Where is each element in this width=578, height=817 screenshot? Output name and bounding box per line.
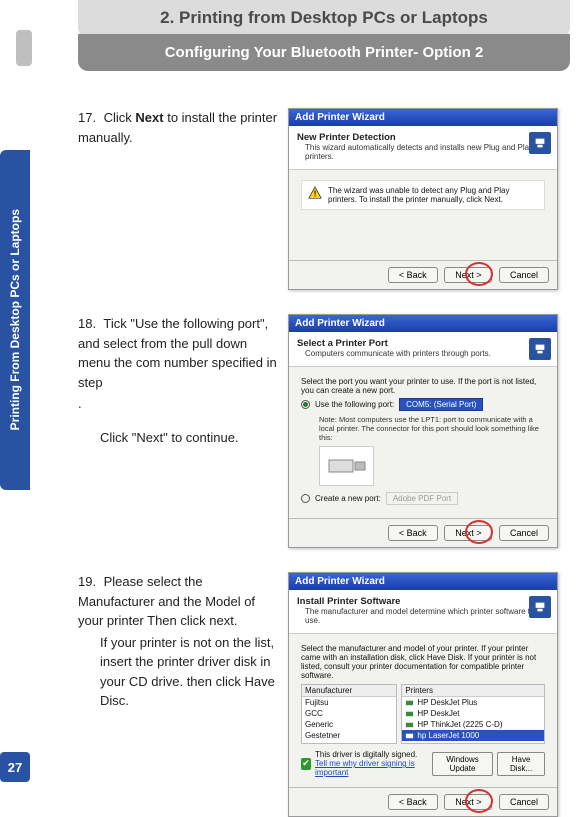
chapter-title: 2. Printing from Desktop PCs or Laptops (78, 0, 570, 36)
wizard-2-h2: Computers communicate with printers thro… (305, 349, 549, 358)
step-17-text: 17. Click Next to install the printer ma… (78, 108, 288, 290)
step-19-line2: If your printer is not on the list, inse… (100, 633, 278, 711)
step-17-num: 17. (78, 108, 100, 128)
next-button[interactable]: Next > (444, 794, 492, 810)
content: 17. Click Next to install the printer ma… (78, 108, 570, 794)
wizard-3-header: Install Printer Software The manufacture… (289, 590, 557, 634)
list-item[interactable]: HP ThinkJet (2225 C-D) (402, 719, 544, 730)
wizard-2-note: Note: Most computers use the LPT1: port … (319, 415, 545, 442)
wizard-3-title: Add Printer Wizard (289, 573, 557, 590)
side-tab: Printing From Desktop PCs or Laptops (0, 150, 30, 490)
back-button[interactable]: < Back (388, 525, 438, 541)
radio-create-port-label: Create a new port: (315, 494, 381, 503)
step-17: 17. Click Next to install the printer ma… (78, 108, 570, 290)
step-19: 19. Please select the Manufacturer and t… (78, 572, 570, 817)
cancel-button[interactable]: Cancel (499, 794, 549, 810)
list-item[interactable]: HP (302, 741, 396, 744)
list-item[interactable]: HP DeskJet (402, 708, 544, 719)
printers-hdr: Printers (402, 685, 544, 697)
step-17-bold: Next (135, 110, 163, 125)
printer-icon (529, 596, 551, 618)
signing-link[interactable]: Tell me why driver signing is important (315, 759, 428, 777)
wizard-1-body: ! The wizard was unable to detect any Pl… (289, 170, 557, 260)
printer-icon (529, 132, 551, 154)
wizard-2-title: Add Printer Wizard (289, 315, 557, 332)
step-18: 18. Tick "Use the following port", and s… (78, 314, 570, 548)
have-disk-button[interactable]: Have Disk... (497, 752, 545, 776)
side-stub (16, 30, 32, 66)
wizard-1-msg: The wizard was unable to detect any Plug… (328, 186, 538, 204)
printer-icon (405, 720, 414, 729)
wizard-3-body: Select the manufacturer and model of you… (289, 634, 557, 787)
svg-text:!: ! (314, 190, 317, 199)
signed-icon: ✔ (301, 758, 311, 770)
list-item[interactable]: Fujitsu (302, 697, 396, 708)
cancel-button[interactable]: Cancel (499, 267, 549, 283)
connector-image (319, 446, 374, 486)
cancel-button[interactable]: Cancel (499, 525, 549, 541)
step-18-num: 18. (78, 314, 100, 334)
list-item[interactable]: HP DeskJet Plus (402, 697, 544, 708)
list-item[interactable]: hp LaserJet 1000 (402, 730, 544, 741)
printer-icon (529, 338, 551, 360)
radio-create-port[interactable] (301, 494, 310, 503)
step-18-text: 18. Tick "Use the following port", and s… (78, 314, 288, 548)
wizard-1-title: Add Printer Wizard (289, 109, 557, 126)
wizard-2-body: Select the port you want your printer to… (289, 367, 557, 518)
radio-use-port[interactable] (301, 400, 310, 409)
step-18-line1: Tick "Use the following port", and selec… (78, 316, 277, 390)
manufacturer-list[interactable]: Manufacturer Fujitsu GCC Generic Gestetn… (301, 684, 397, 744)
wizard-1-h1: New Printer Detection (297, 132, 549, 143)
wizard-2: Add Printer Wizard Select a Printer Port… (288, 314, 558, 548)
wizard-3-h2: The manufacturer and model determine whi… (305, 607, 549, 625)
wizard-1-btns: < Back Next > Cancel (289, 260, 557, 289)
wizard-2-btns: < Back Next > Cancel (289, 518, 557, 547)
wizard-1: Add Printer Wizard New Printer Detection… (288, 108, 558, 290)
list-item[interactable]: GCC (302, 708, 396, 719)
wizard-2-header: Select a Printer Port Computers communic… (289, 332, 557, 367)
back-button[interactable]: < Back (388, 267, 438, 283)
wizard-1-header: New Printer Detection This wizard automa… (289, 126, 557, 170)
port-type-select: Adobe PDF Port (386, 492, 458, 505)
printer-icon (405, 731, 414, 740)
manufacturer-hdr: Manufacturer (302, 685, 396, 697)
page-number: 27 (0, 752, 30, 782)
printers-list[interactable]: Printers HP DeskJet Plus HP DeskJet HP T… (401, 684, 545, 744)
windows-update-button[interactable]: Windows Update (432, 752, 493, 776)
port-select[interactable]: COM5: (Serial Port) (399, 398, 483, 411)
step-18-line3: Click "Next" to continue. (100, 428, 278, 448)
wizard-3-h1: Install Printer Software (297, 596, 549, 607)
printer-icon (405, 698, 414, 707)
warning-icon: ! (308, 186, 322, 200)
next-button[interactable]: Next > (444, 267, 492, 283)
step-19-text: 19. Please select the Manufacturer and t… (78, 572, 288, 817)
step-18-line2: . (78, 394, 278, 414)
signed-text: This driver is digitally signed. (315, 750, 428, 759)
side-tab-label: Printing From Desktop PCs or Laptops (8, 209, 22, 430)
printer-icon (405, 709, 414, 718)
wizard-3-top: Select the manufacturer and model of you… (301, 644, 545, 680)
list-item[interactable]: Generic (302, 719, 396, 730)
wizard-1-h2: This wizard automatically detects and in… (305, 143, 549, 161)
page-header: 2. Printing from Desktop PCs or Laptops … (78, 0, 570, 75)
wizard-3-btns: < Back Next > Cancel (289, 787, 557, 816)
step-19-line1: Please select the Manufacturer and the M… (78, 574, 255, 628)
list-item[interactable]: Gestetner (302, 730, 396, 741)
wizard-2-top: Select the port you want your printer to… (301, 377, 545, 395)
radio-use-port-label: Use the following port: (315, 400, 394, 409)
step-19-num: 19. (78, 572, 100, 592)
back-button[interactable]: < Back (388, 794, 438, 810)
step-17-pre: Click (104, 110, 136, 125)
wizard-3: Add Printer Wizard Install Printer Softw… (288, 572, 558, 817)
subtitle: Configuring Your Bluetooth Printer- Opti… (78, 34, 570, 71)
wizard-2-h1: Select a Printer Port (297, 338, 549, 349)
next-button[interactable]: Next > (444, 525, 492, 541)
